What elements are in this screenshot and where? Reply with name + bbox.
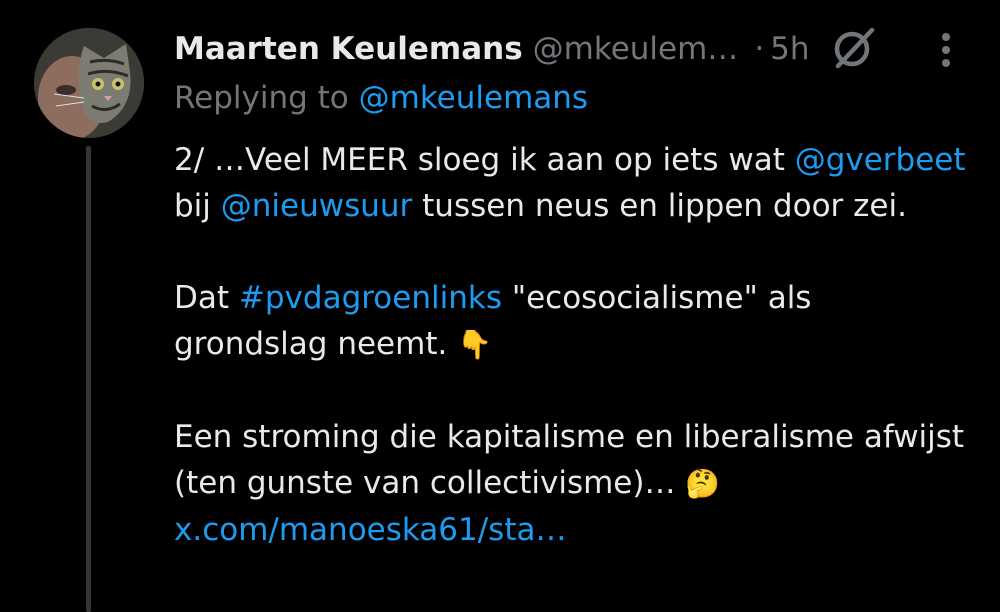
- author-handle[interactable]: @mkeulem…: [533, 31, 739, 67]
- replying-to-prefix: Replying to: [174, 80, 359, 116]
- grok-icon[interactable]: [828, 22, 880, 74]
- thinking-face-icon: 🤔: [685, 467, 721, 500]
- more-vertical-icon[interactable]: [928, 28, 964, 72]
- paragraph-2: Dat #pvdagroenlinks "ecosocialisme" als …: [174, 275, 974, 368]
- p2-text-1: Dat: [174, 280, 239, 316]
- tweet-timestamp[interactable]: 5h: [770, 31, 809, 67]
- p1-text-2: bij: [174, 188, 221, 224]
- tweet-link[interactable]: x.com/manoeska61/sta…: [174, 512, 566, 548]
- separator-dot: ·: [754, 31, 765, 67]
- pointing-down-icon: 👇: [457, 328, 493, 361]
- hashtag-pvdagroenlinks[interactable]: #pvdagroenlinks: [239, 280, 502, 316]
- author-name[interactable]: Maarten Keulemans: [174, 31, 523, 67]
- avatar-image: [34, 28, 144, 138]
- replying-to-line: Replying to @mkeulemans: [174, 80, 588, 116]
- p1-text-1: 2/ …Veel MEER sloeg ik aan op iets wat: [174, 142, 795, 178]
- p1-text-3: tussen neus en lippen door zei.: [412, 188, 907, 224]
- tweet-text: 2/ …Veel MEER sloeg ik aan op iets wat @…: [174, 137, 974, 553]
- paragraph-1: 2/ …Veel MEER sloeg ik aan op iets wat @…: [174, 137, 974, 229]
- mention-nieuwsuur[interactable]: @nieuwsuur: [221, 188, 413, 224]
- tweet-header: Maarten Keulemans @mkeulem… · 5h: [174, 24, 810, 74]
- p3-text-1: Een stroming die kapitalisme en liberali…: [174, 419, 965, 501]
- paragraph-3: Een stroming die kapitalisme en liberali…: [174, 414, 974, 553]
- replying-to-mention[interactable]: @mkeulemans: [359, 80, 588, 116]
- thread-connector-line: [86, 146, 91, 612]
- mention-gverbeet[interactable]: @gverbeet: [795, 142, 966, 178]
- avatar[interactable]: [34, 28, 144, 138]
